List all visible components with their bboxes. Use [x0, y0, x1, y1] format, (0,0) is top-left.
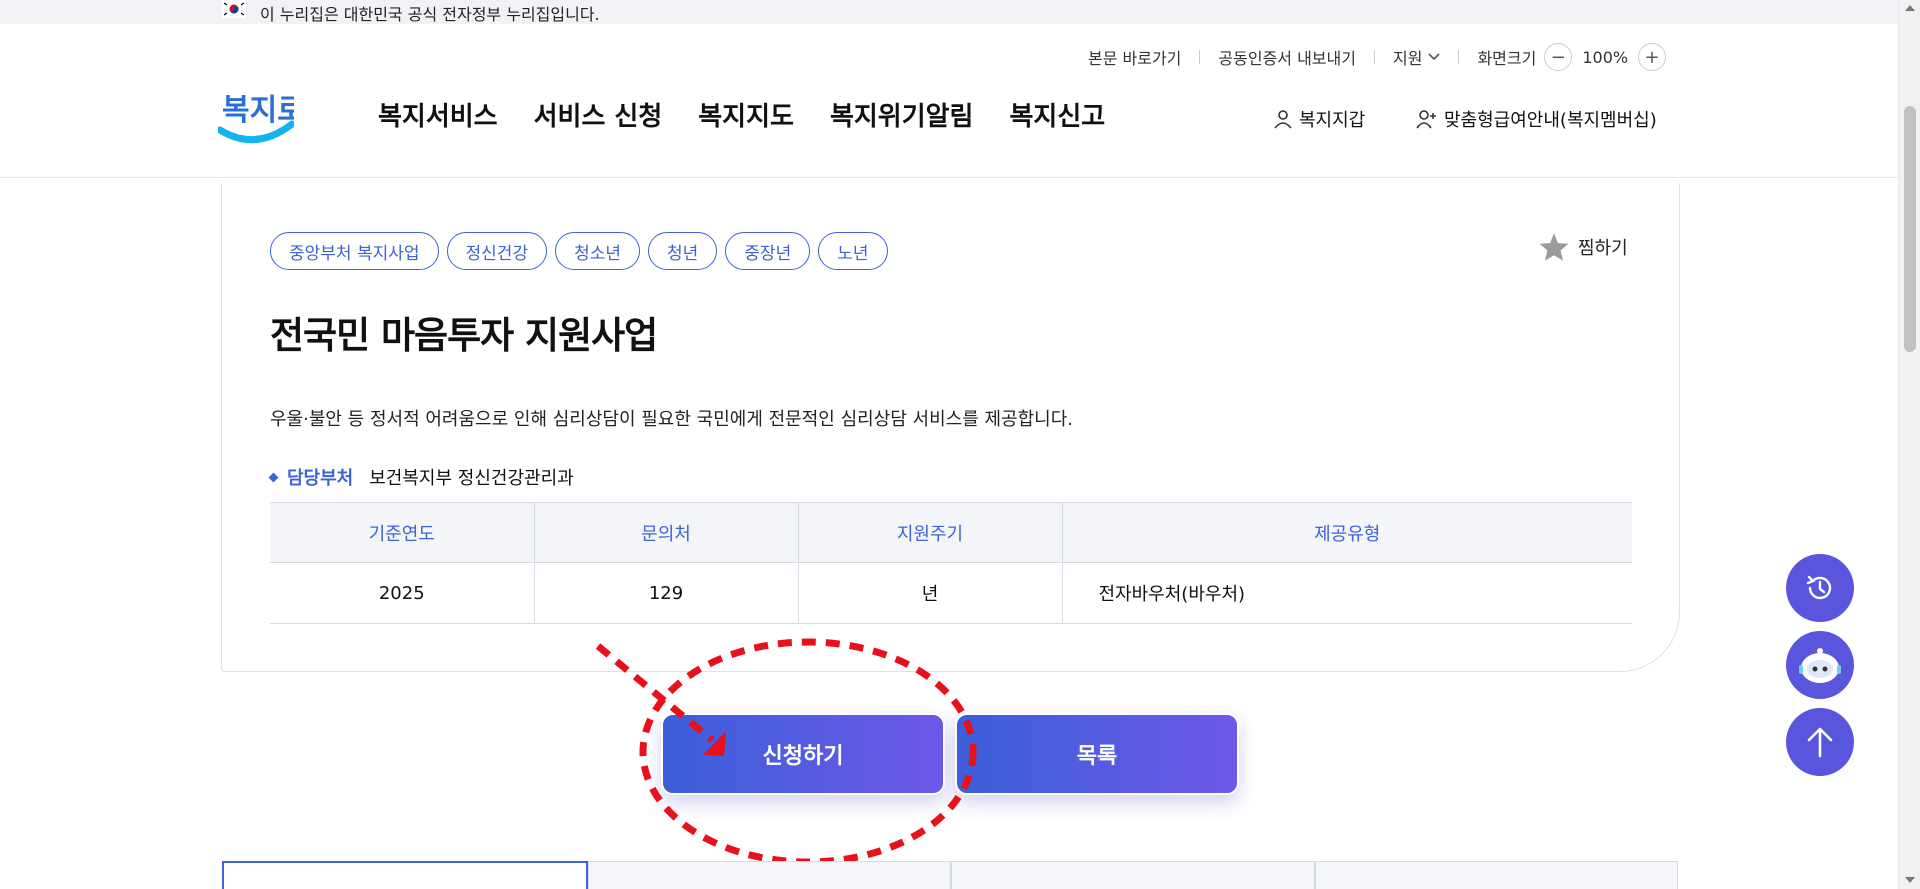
header-support-cycle: 지원주기	[798, 502, 1063, 563]
tag-young-adult[interactable]: 청년	[648, 232, 718, 270]
support-label: 지원	[1392, 49, 1423, 68]
service-info-table: 기준연도 문의처 지원주기 제공유형 2025 129 년 전자바우처(바우처)	[270, 502, 1632, 624]
detail-tab[interactable]	[951, 861, 1315, 889]
favorite-label: 찜하기	[1578, 238, 1628, 259]
cert-export-link[interactable]: 공동인증서 내보내기	[1218, 45, 1356, 69]
main-nav: 복지서비스 서비스 신청 복지지도 복지위기알림 복지신고	[378, 96, 1105, 133]
scroll-down-arrow-icon[interactable]	[1905, 877, 1915, 883]
department-value: 보건복지부 정신건강관리과	[369, 468, 574, 489]
table-header-row: 기준연도 문의처 지원주기 제공유형	[270, 502, 1632, 563]
apply-button[interactable]: 신청하기	[661, 713, 945, 795]
diamond-bullet-icon	[268, 472, 279, 482]
detail-tab[interactable]	[222, 861, 588, 889]
service-description: 우울·불안 등 정서적 어려움으로 인해 심리상담이 필요한 국민에게 전문적인…	[270, 409, 1074, 430]
divider	[1199, 50, 1201, 64]
cell-provision-type: 전자바우처(바우처)	[1062, 562, 1632, 624]
scroll-top-button[interactable]	[1786, 708, 1854, 776]
header-contact: 문의처	[534, 502, 799, 563]
zoom-label: 화면크기	[1477, 49, 1537, 68]
scrollbar-thumb[interactable]	[1904, 106, 1916, 352]
header-base-year: 기준연도	[270, 502, 535, 563]
support-dropdown[interactable]: 지원	[1392, 45, 1441, 69]
header-provision-type: 제공유형	[1062, 502, 1632, 563]
department-row: 담당부처 보건복지부 정신건강관리과	[268, 464, 574, 490]
history-icon	[1806, 575, 1832, 600]
bokjiro-logo[interactable]: 복지로	[216, 80, 305, 146]
user-icon	[1274, 110, 1292, 129]
wallet-link[interactable]: 복지지갑	[1273, 106, 1365, 132]
detail-tab[interactable]	[587, 861, 951, 889]
cell-base-year: 2025	[270, 562, 535, 624]
detail-tab[interactable]	[1314, 861, 1678, 889]
star-icon	[1539, 233, 1569, 261]
membership-label: 맞춤형급여안내(복지멤버십)	[1444, 110, 1657, 131]
utility-bar: 본문 바로가기 공동인증서 내보내기 지원 화면크기 − 100% +	[1088, 43, 1667, 71]
list-button[interactable]: 목록	[955, 713, 1239, 795]
wallet-label: 복지지갑	[1299, 110, 1366, 131]
divider	[1373, 50, 1375, 64]
divider	[1458, 50, 1460, 64]
tag-youth[interactable]: 청소년	[555, 232, 641, 270]
detail-tabs	[222, 861, 1678, 889]
logo-icon: 복지로	[216, 93, 305, 144]
chevron-down-icon	[1428, 53, 1441, 61]
tag-middle-aged[interactable]: 중장년	[725, 232, 811, 270]
department-label: 담당부처	[287, 468, 354, 489]
nav-item-service-application[interactable]: 서비스 신청	[534, 96, 663, 133]
gov-banner-text: 이 누리집은 대한민국 공식 전자정부 누리집입니다.	[260, 5, 600, 24]
korea-flag-icon	[222, 0, 246, 18]
favorite-button[interactable]: 찜하기	[1538, 232, 1628, 262]
membership-link[interactable]: 맞춤형급여안내(복지멤버십)	[1416, 106, 1657, 132]
service-title: 전국민 마음투자 지원사업	[270, 314, 658, 357]
arrow-up-icon	[1807, 727, 1833, 758]
tag-central-ministry[interactable]: 중앙부처 복지사업	[270, 232, 439, 270]
nav-item-welfare-services[interactable]: 복지서비스	[378, 96, 498, 133]
zoom-out-button[interactable]: −	[1544, 43, 1573, 71]
table-row: 2025 129 년 전자바우처(바우처)	[270, 562, 1632, 624]
nav-item-welfare-report[interactable]: 복지신고	[1009, 96, 1105, 133]
cell-support-cycle: 년	[798, 562, 1063, 624]
tag-mental-health[interactable]: 정신건강	[446, 232, 548, 270]
service-tags: 중앙부처 복지사업 정신건강 청소년 청년 중장년 노년	[270, 232, 888, 270]
chatbot-icon	[1799, 648, 1841, 683]
cell-contact: 129	[534, 562, 799, 624]
scroll-up-arrow-icon[interactable]	[1905, 5, 1915, 11]
tag-elderly[interactable]: 노년	[818, 232, 888, 270]
chatbot-button[interactable]	[1786, 631, 1854, 699]
gov-banner: 이 누리집은 대한민국 공식 전자정부 누리집입니다.	[0, 0, 1898, 24]
zoom-value: 100%	[1582, 47, 1629, 67]
nav-item-welfare-map[interactable]: 복지지도	[698, 96, 794, 133]
zoom-in-button[interactable]: +	[1638, 43, 1667, 71]
header-divider	[0, 177, 1898, 178]
recent-history-button[interactable]	[1786, 554, 1854, 622]
user-add-icon	[1416, 110, 1436, 129]
logo-text: 복지로	[222, 93, 294, 128]
page-scrollbar[interactable]	[1898, 0, 1920, 889]
nav-item-crisis-alert[interactable]: 복지위기알림	[830, 96, 974, 133]
skip-to-content-link[interactable]: 본문 바로가기	[1088, 45, 1181, 69]
